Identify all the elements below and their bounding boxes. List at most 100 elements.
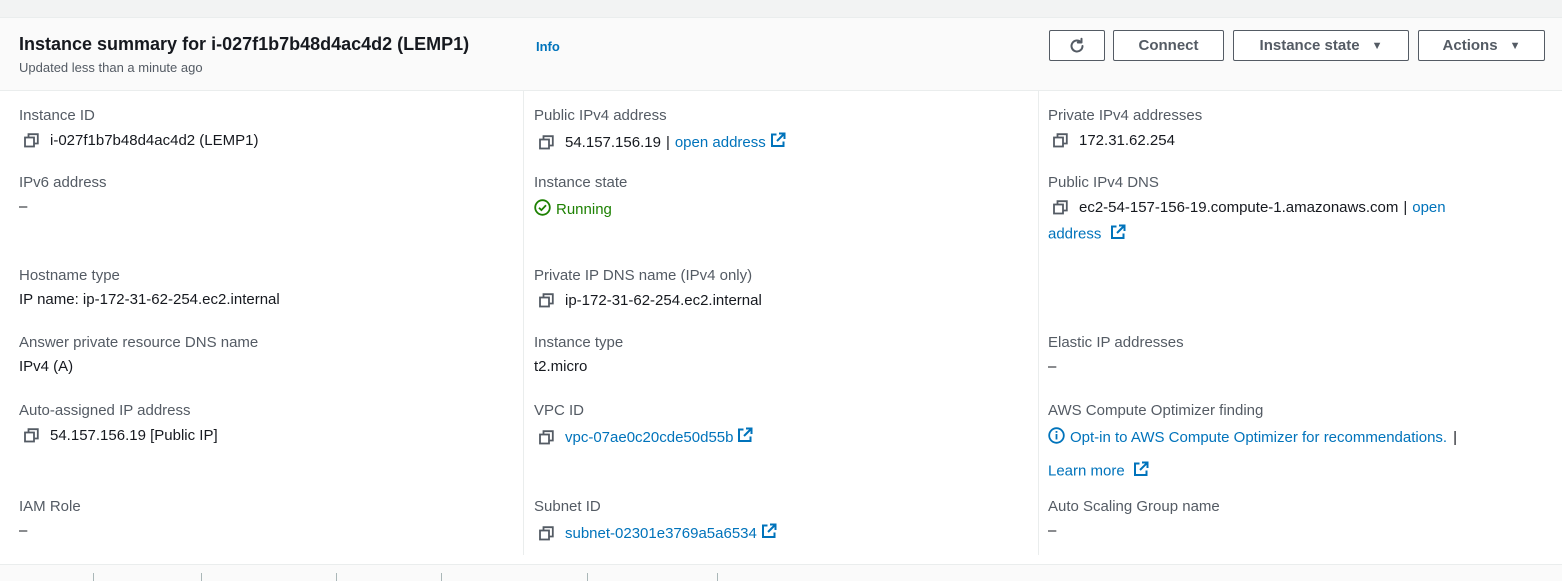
field-label: Private IP DNS name (IPv4 only) <box>534 267 753 284</box>
info-circle-icon <box>1048 427 1070 449</box>
instance-id-value: i-027f1b7b48d4ac4d2 (LEMP1) <box>50 132 259 149</box>
separator: | <box>1453 429 1457 446</box>
open-address-link[interactable]: open address <box>675 134 766 152</box>
field-label: Instance ID <box>19 107 95 124</box>
field-value-row: 172.31.62.254 <box>1048 132 1202 150</box>
private-dns-value: ip-172-31-62-254.ec2.internal <box>565 292 762 309</box>
hostname-type-value: IP name: ip-172-31-62-254.ec2.internal <box>19 291 280 308</box>
actions-dropdown[interactable]: Actions ▼ <box>1418 30 1545 61</box>
field-value-row: Running <box>534 199 627 221</box>
tab-divider <box>336 573 337 581</box>
field-value-row: vpc-07ae0c20cde50d55b <box>534 427 753 448</box>
field-instance-id: Instance ID i-027f1b7b48d4ac4d2 (LEMP1) <box>19 107 258 150</box>
field-answer-dns: Answer private resource DNS name IPv4 (A… <box>19 334 258 376</box>
instance-summary-panel: Instance summary for i-027f1b7b48d4ac4d2… <box>0 18 1562 564</box>
field-value-row: address <box>1048 224 1528 245</box>
field-value-row: Learn more <box>1048 461 1548 482</box>
elastic-ip-value: – <box>1048 358 1057 375</box>
field-vpc-id: VPC ID vpc-07ae0c20cde50d55b <box>534 402 753 448</box>
field-label: Subnet ID <box>534 498 601 515</box>
field-instance-type: Instance type t2.micro <box>534 334 623 376</box>
field-label: IAM Role <box>19 498 81 515</box>
info-link[interactable]: Info <box>536 39 560 54</box>
external-link-icon[interactable] <box>1133 461 1149 482</box>
connect-button[interactable]: Connect <box>1113 30 1224 61</box>
summary-header: Instance summary for i-027f1b7b48d4ac4d2… <box>0 18 1562 91</box>
external-link-icon[interactable] <box>761 523 777 544</box>
caret-down-icon: ▼ <box>1371 39 1383 52</box>
field-private-ipv4: Private IPv4 addresses 172.31.62.254 <box>1048 107 1202 150</box>
private-ipv4-value: 172.31.62.254 <box>1079 132 1175 149</box>
vpc-id-link[interactable]: vpc-07ae0c20cde50d55b <box>565 429 733 447</box>
public-ipv4-value: 54.157.156.19 <box>565 133 661 151</box>
separator: | <box>1403 199 1408 216</box>
refresh-icon <box>1070 37 1084 52</box>
field-iam-role: IAM Role – <box>19 498 81 540</box>
field-instance-state: Instance state Running <box>534 174 627 221</box>
field-auto-ip: Auto-assigned IP address 54.157.156.19 [… <box>19 402 218 445</box>
open-address-link-part2[interactable]: address <box>1048 225 1101 242</box>
field-label: Instance type <box>534 334 624 351</box>
field-value-row: 54.157.156.19 | open address <box>534 132 786 153</box>
field-label: Elastic IP addresses <box>1048 334 1184 351</box>
field-label: Answer private resource DNS name <box>19 334 259 351</box>
learn-more-link[interactable]: Learn more <box>1048 462 1125 479</box>
field-value-row: 54.157.156.19 [Public IP] <box>19 427 218 445</box>
copy-icon[interactable] <box>19 427 50 445</box>
connect-button-label: Connect <box>1138 37 1199 54</box>
field-label: Public IPv4 address <box>534 107 667 124</box>
updated-timestamp: Updated less than a minute ago <box>19 60 203 75</box>
field-value-row: ec2-54-157-156-19.compute-1.amazonaws.co… <box>1048 199 1528 217</box>
field-label: AWS Compute Optimizer finding <box>1048 402 1264 419</box>
copy-icon[interactable] <box>1048 132 1079 150</box>
copy-icon[interactable] <box>534 134 565 152</box>
tab-divider <box>441 573 442 581</box>
field-value-row: Opt-in to AWS Compute Optimizer for reco… <box>1048 427 1548 449</box>
external-link-icon[interactable] <box>1110 224 1126 245</box>
instance-type-value: t2.micro <box>534 358 588 375</box>
tab-divider <box>93 573 94 581</box>
field-label: Instance state <box>534 174 628 191</box>
public-dns-value: ec2-54-157-156-19.compute-1.amazonaws.co… <box>1079 199 1399 216</box>
details-tab-strip <box>0 564 1562 581</box>
field-label: Auto Scaling Group name <box>1048 498 1220 515</box>
field-value-row: ip-172-31-62-254.ec2.internal <box>534 292 762 310</box>
field-label: Private IPv4 addresses <box>1048 107 1203 124</box>
ipv6-value: – <box>19 198 28 215</box>
subnet-id-link[interactable]: subnet-02301e3769a5a6534 <box>565 525 757 543</box>
field-label: Auto-assigned IP address <box>19 402 191 419</box>
field-public-dns: Public IPv4 DNS ec2-54-157-156-19.comput… <box>1048 174 1528 245</box>
field-asg-name: Auto Scaling Group name – <box>1048 498 1220 540</box>
field-label: Hostname type <box>19 267 120 284</box>
copy-icon[interactable] <box>1048 199 1079 217</box>
tab-divider <box>587 573 588 581</box>
field-label: VPC ID <box>534 402 585 419</box>
separator: | <box>665 133 670 151</box>
field-private-dns: Private IP DNS name (IPv4 only) ip-172-3… <box>534 267 762 310</box>
field-hostname-type: Hostname type IP name: ip-172-31-62-254.… <box>19 267 280 309</box>
instance-state-dropdown[interactable]: Instance state ▼ <box>1233 30 1409 61</box>
copy-icon[interactable] <box>534 525 565 543</box>
status-ok-icon <box>534 199 556 221</box>
tab-divider <box>201 573 202 581</box>
iam-role-value: – <box>19 522 28 539</box>
external-link-icon[interactable] <box>737 427 753 448</box>
open-address-link-part1[interactable]: open <box>1412 199 1445 217</box>
field-elastic-ip: Elastic IP addresses – <box>1048 334 1184 376</box>
field-label: Public IPv4 DNS <box>1048 174 1159 191</box>
field-value-row: subnet-02301e3769a5a6534 <box>534 523 777 544</box>
copy-icon[interactable] <box>19 132 50 150</box>
external-link-icon[interactable] <box>770 132 786 153</box>
page-title: Instance summary for i-027f1b7b48d4ac4d2… <box>19 34 470 54</box>
optimizer-opt-in-link[interactable]: Opt-in to AWS Compute Optimizer for reco… <box>1070 429 1447 447</box>
refresh-button[interactable] <box>1049 30 1105 61</box>
field-optimizer: AWS Compute Optimizer finding Opt-in to … <box>1048 402 1548 482</box>
instance-state-value: Running <box>556 201 612 218</box>
field-label: IPv6 address <box>19 174 107 191</box>
field-value-row: i-027f1b7b48d4ac4d2 (LEMP1) <box>19 132 258 150</box>
copy-icon[interactable] <box>534 429 565 447</box>
instance-state-dropdown-label: Instance state <box>1259 37 1360 54</box>
top-strip <box>0 0 1562 18</box>
copy-icon[interactable] <box>534 292 565 310</box>
field-public-ipv4: Public IPv4 address 54.157.156.19 | open… <box>534 107 786 153</box>
